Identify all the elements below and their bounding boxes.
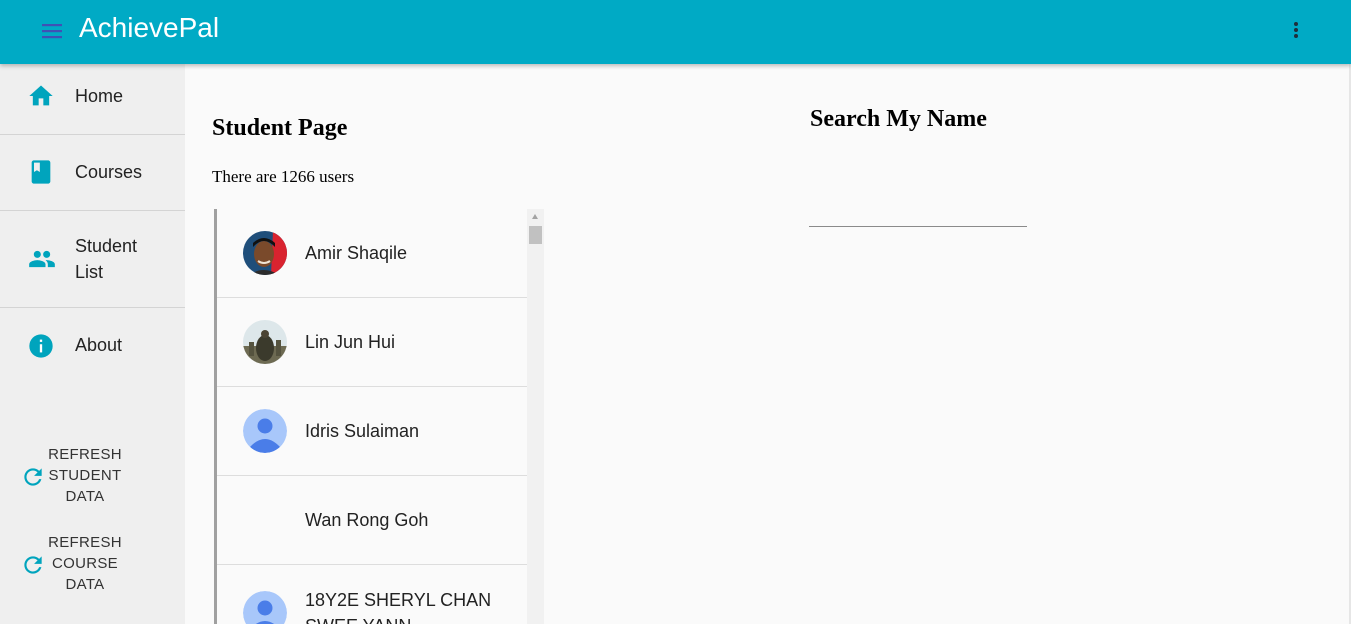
people-icon	[27, 245, 55, 273]
list-item[interactable]: Lin Jun Hui	[217, 298, 527, 387]
student-list-scrollbar[interactable]	[527, 209, 544, 624]
list-item[interactable]: Idris Sulaiman	[217, 387, 527, 476]
list-item[interactable]: 18Y2E SHERYL CHAN SWEE YANN	[217, 565, 527, 624]
search-name-input[interactable]	[809, 196, 1027, 227]
info-icon	[27, 332, 55, 360]
scroll-up-arrow-icon[interactable]	[532, 214, 538, 219]
sidebar: Home Courses Student List About REFRESH …	[0, 64, 185, 624]
more-vert-icon[interactable]	[1284, 18, 1308, 42]
sidebar-item-student-list[interactable]: Student List	[0, 211, 185, 307]
avatar	[243, 320, 287, 364]
sidebar-item-label: About	[75, 335, 123, 355]
sidebar-item-courses[interactable]: Courses	[0, 135, 185, 210]
menu-icon[interactable]	[39, 21, 65, 41]
list-item[interactable]: Amir Shaqile	[217, 209, 527, 298]
student-name: Wan Rong Goh	[305, 510, 429, 530]
list-item[interactable]: Wan Rong Goh	[217, 476, 527, 565]
refresh-course-data-label: REFRESH COURSE DATA	[48, 534, 122, 593]
refresh-student-data-label: REFRESH STUDENT DATA	[48, 446, 122, 505]
student-list: Amir Shaqile Lin Jun Hui Idris Sulaiman	[214, 209, 544, 624]
page-title: Student Page	[212, 115, 348, 141]
user-count-text: There are 1266 users	[212, 167, 355, 186]
default-person-avatar-icon	[243, 591, 287, 624]
student-name: 18Y2E SHERYL CHAN SWEE YANN	[305, 590, 492, 624]
sidebar-item-home[interactable]: Home	[0, 64, 185, 134]
app-title: AchievePal	[79, 12, 220, 43]
app-bar: AchievePal	[0, 0, 1351, 64]
home-icon	[27, 82, 55, 110]
sidebar-item-label: Student List	[75, 236, 138, 282]
sidebar-item-about[interactable]: About	[0, 308, 185, 382]
student-name: Idris Sulaiman	[305, 421, 420, 441]
sidebar-item-label: Home	[75, 86, 124, 106]
book-icon	[27, 158, 55, 186]
scroll-thumb[interactable]	[529, 226, 542, 244]
student-name: Amir Shaqile	[305, 243, 408, 263]
avatar	[243, 231, 287, 275]
avatar	[243, 498, 287, 542]
student-name: Lin Jun Hui	[305, 332, 396, 352]
refresh-student-data-button[interactable]: REFRESH STUDENT DATA	[14, 444, 174, 510]
refresh-course-data-button[interactable]: REFRESH COURSE DATA	[14, 532, 174, 598]
sidebar-item-label: Courses	[75, 162, 143, 182]
default-person-avatar-icon	[243, 409, 287, 453]
search-title: Search My Name	[810, 106, 987, 132]
